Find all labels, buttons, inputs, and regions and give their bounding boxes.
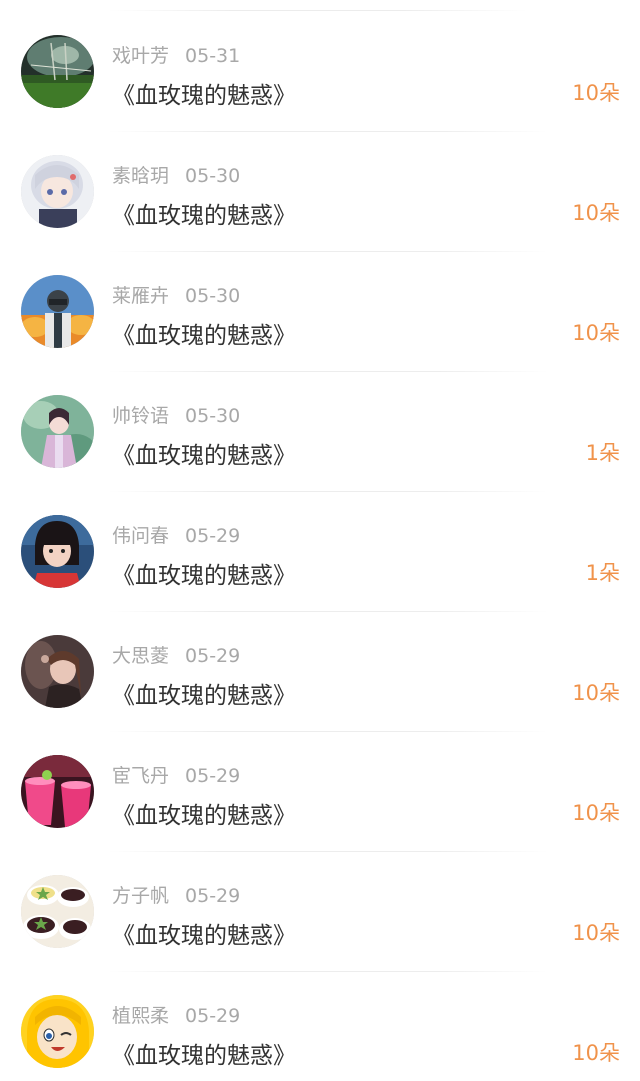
anime-girl-avatar-icon (21, 155, 94, 228)
sender-name: 植熙柔 (112, 1005, 170, 1027)
sender-meta: 素晗玥 05-30 (112, 161, 240, 188)
avatar[interactable] (21, 755, 94, 828)
sender-meta: 帅铃语 05-30 (112, 401, 240, 428)
send-date: 05-30 (185, 285, 241, 307)
list-item[interactable]: 宦飞丹 05-29 《血玫瑰的魅惑》 10朵 (0, 732, 640, 852)
list-item[interactable]: 戏叶芳 05-31 《血玫瑰的魅惑》 10朵 (0, 12, 640, 132)
sender-meta: 宦飞丹 05-29 (112, 761, 240, 788)
send-date: 05-29 (185, 1005, 241, 1027)
work-title: 《血玫瑰的魅惑》 (112, 563, 296, 589)
sender-name: 大思菱 (112, 645, 170, 667)
dessert-cups-avatar-icon (21, 875, 94, 948)
avatar[interactable] (21, 395, 94, 468)
avatar[interactable] (21, 35, 94, 108)
list-item[interactable]: 大思菱 05-29 《血玫瑰的魅惑》 10朵 (0, 612, 640, 732)
list-item[interactable]: 植熙柔 05-29 《血玫瑰的魅惑》 10朵 (0, 972, 640, 1081)
avatar[interactable] (21, 515, 94, 588)
avatar[interactable] (21, 155, 94, 228)
sender-meta: 伟问春 05-29 (112, 521, 240, 548)
work-title: 《血玫瑰的魅惑》 (112, 683, 296, 709)
list-item[interactable]: 帅铃语 05-30 《血玫瑰的魅惑》 1朵 (0, 372, 640, 492)
gift-amount: 10朵 (572, 1041, 620, 1065)
send-date: 05-30 (185, 165, 241, 187)
sender-meta: 莱雁卉 05-30 (112, 281, 240, 308)
work-title: 《血玫瑰的魅惑》 (112, 443, 296, 469)
sender-meta: 大思菱 05-29 (112, 641, 240, 668)
work-title: 《血玫瑰的魅惑》 (112, 803, 296, 829)
gift-amount: 10朵 (572, 321, 620, 345)
top-divider (108, 10, 528, 11)
work-title: 《血玫瑰的魅惑》 (112, 323, 296, 349)
sender-name: 帅铃语 (112, 405, 170, 427)
sender-name: 莱雁卉 (112, 285, 170, 307)
list-item[interactable]: 伟问春 05-29 《血玫瑰的魅惑》 1朵 (0, 492, 640, 612)
work-title: 《血玫瑰的魅惑》 (112, 83, 296, 109)
send-date: 05-29 (185, 645, 241, 667)
avatar[interactable] (21, 995, 94, 1068)
game-soldier-avatar-icon (21, 275, 94, 348)
field-scene-avatar-icon (21, 35, 94, 108)
pink-drinks-avatar-icon (21, 755, 94, 828)
woman-portrait-avatar-icon (21, 635, 94, 708)
send-date: 05-29 (185, 765, 241, 787)
gift-amount: 10朵 (572, 201, 620, 225)
list-item[interactable]: 莱雁卉 05-30 《血玫瑰的魅惑》 10朵 (0, 252, 640, 372)
costume-girl-avatar-icon (21, 395, 94, 468)
avatar[interactable] (21, 275, 94, 348)
gift-amount: 10朵 (572, 681, 620, 705)
send-date: 05-29 (185, 525, 241, 547)
send-date: 05-31 (185, 45, 241, 67)
sender-name: 伟问春 (112, 525, 170, 547)
send-date: 05-29 (185, 885, 241, 907)
send-date: 05-30 (185, 405, 241, 427)
sender-name: 素晗玥 (112, 165, 170, 187)
avatar[interactable] (21, 635, 94, 708)
gift-amount: 1朵 (585, 441, 620, 465)
sender-name: 方子帆 (112, 885, 170, 907)
gift-amount: 1朵 (585, 561, 620, 585)
sender-meta: 戏叶芳 05-31 (112, 41, 240, 68)
work-title: 《血玫瑰的魅惑》 (112, 923, 296, 949)
work-title: 《血玫瑰的魅惑》 (112, 1043, 296, 1069)
child-photo-avatar-icon (21, 515, 94, 588)
sender-meta: 方子帆 05-29 (112, 881, 240, 908)
sender-meta: 植熙柔 05-29 (112, 1001, 240, 1028)
sender-name: 戏叶芳 (112, 45, 170, 67)
gift-amount: 10朵 (572, 801, 620, 825)
list-item[interactable]: 素晗玥 05-30 《血玫瑰的魅惑》 10朵 (0, 132, 640, 252)
work-title: 《血玫瑰的魅惑》 (112, 203, 296, 229)
gift-amount: 10朵 (572, 81, 620, 105)
gift-record-list: 戏叶芳 05-31 《血玫瑰的魅惑》 10朵 素晗玥 05-30 《血玫瑰的魅惑》 … (0, 0, 640, 1081)
list-item[interactable]: 方子帆 05-29 《血玫瑰的魅惑》 10朵 (0, 852, 640, 972)
gift-amount: 10朵 (572, 921, 620, 945)
sender-name: 宦飞丹 (112, 765, 170, 787)
cartoon-blonde-avatar-icon (21, 995, 94, 1068)
avatar[interactable] (21, 875, 94, 948)
